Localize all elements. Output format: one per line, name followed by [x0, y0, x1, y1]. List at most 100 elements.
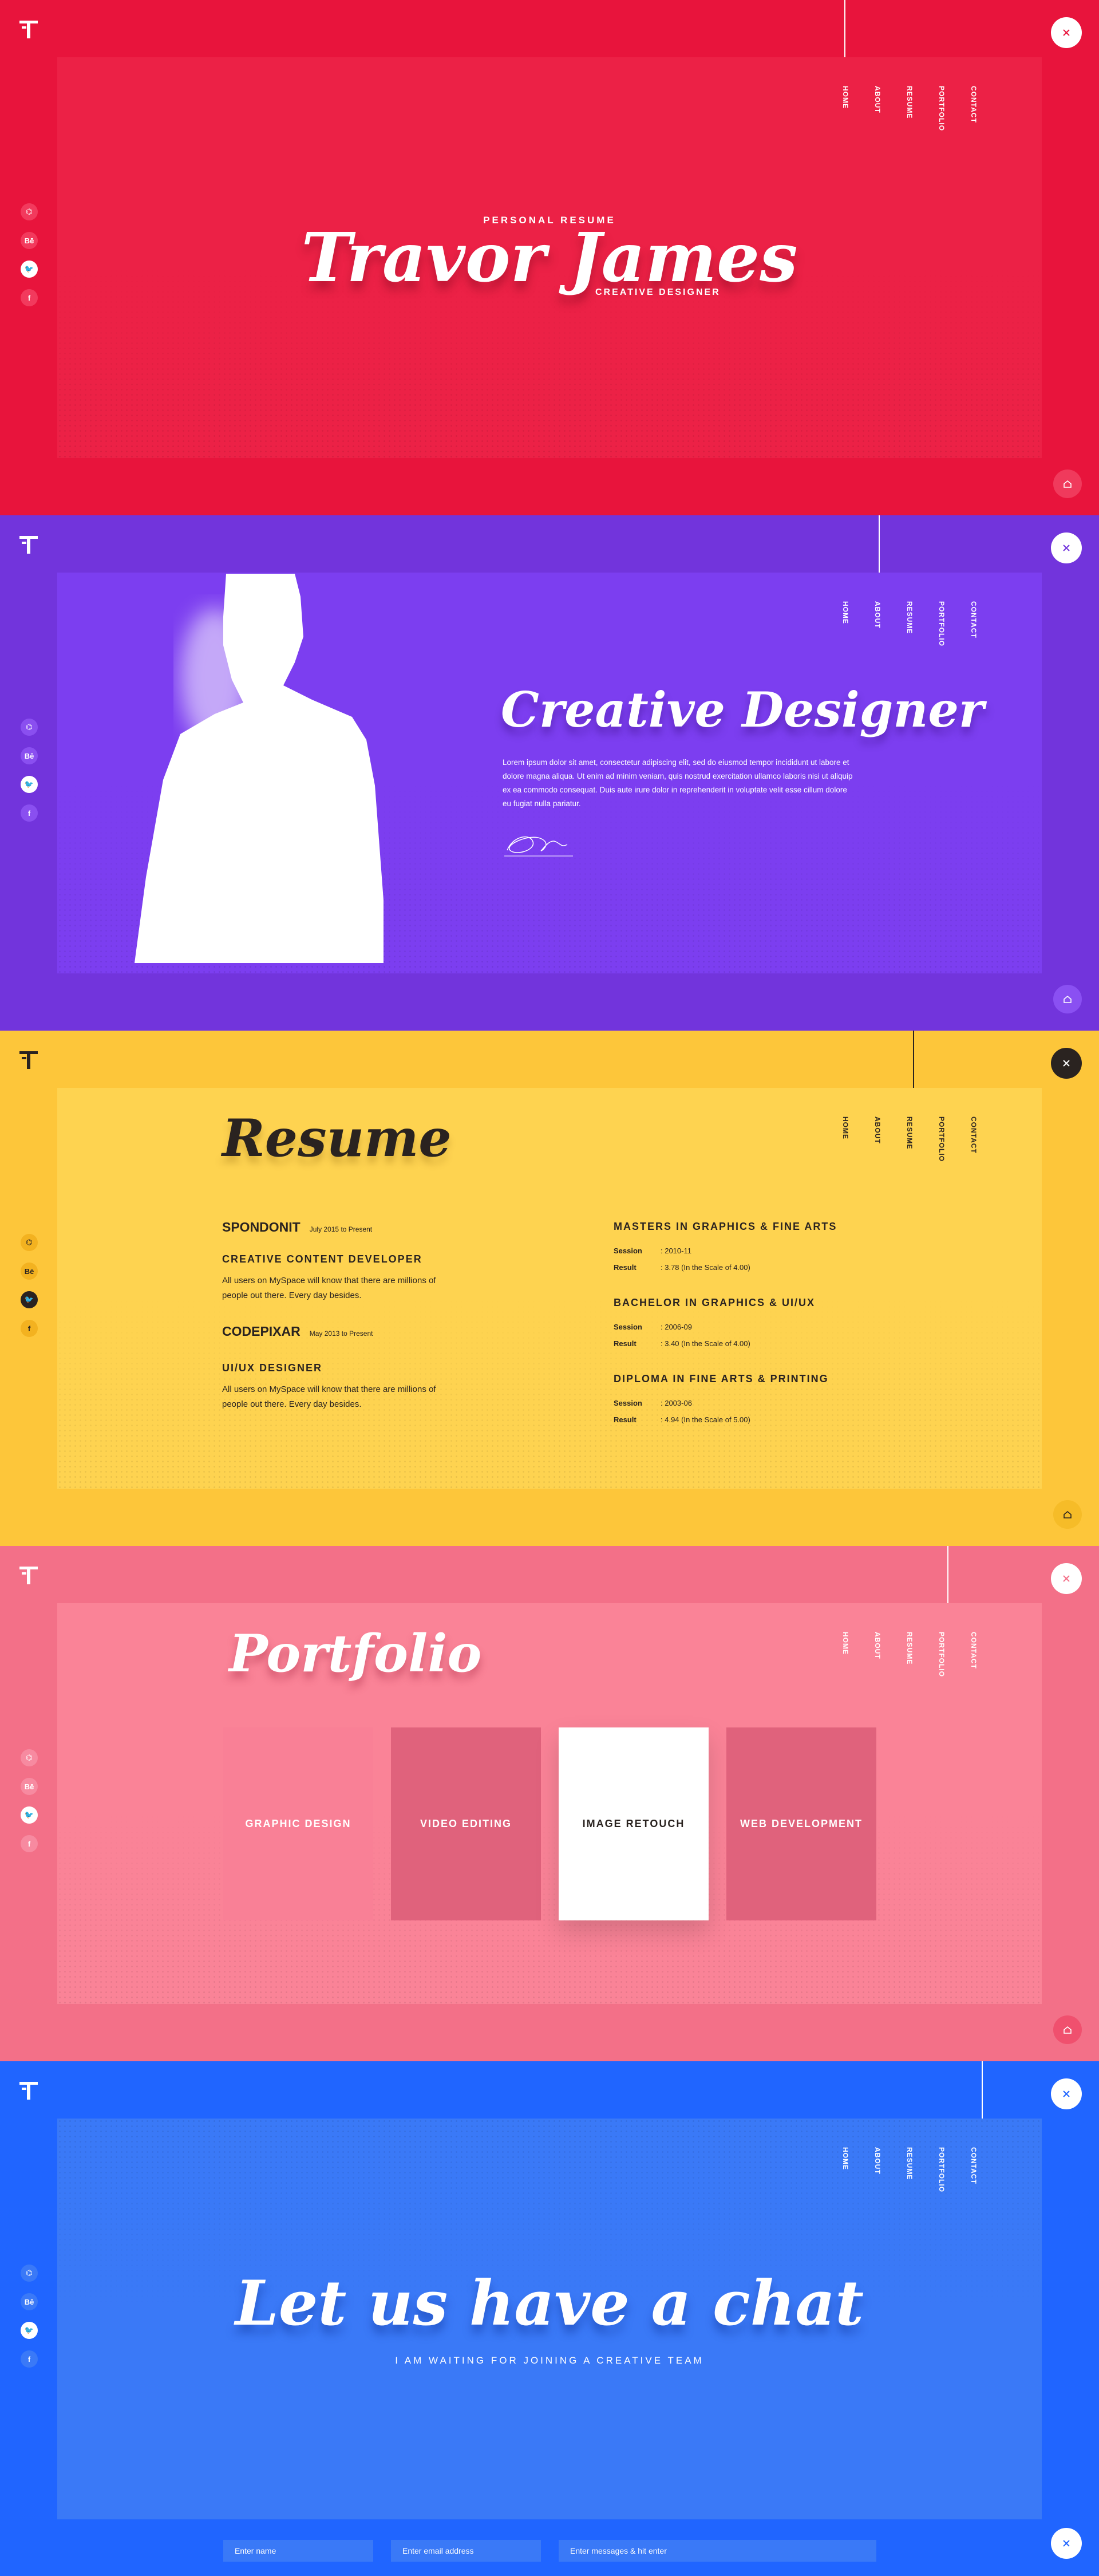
social-links: ⌬ Bē 🐦 f	[21, 1749, 38, 1852]
nav-contact[interactable]: CONTACT	[970, 86, 978, 131]
education-title: MASTERS IN GRAPHICS & FINE ARTS	[614, 1221, 837, 1232]
nav-about[interactable]: ABOUT	[873, 2147, 881, 2192]
nav-about[interactable]: ABOUT	[873, 1117, 881, 1162]
logo-icon[interactable]	[17, 532, 40, 555]
nav-indicator-line	[879, 515, 880, 573]
nav-indicator-line	[913, 1031, 914, 1088]
logo-icon[interactable]	[17, 1048, 40, 1071]
twitter-icon[interactable]: 🐦	[21, 1291, 38, 1308]
facebook-icon[interactable]: f	[21, 1835, 38, 1852]
nav-portfolio[interactable]: PORTFOLIO	[938, 601, 946, 646]
session-label: Session	[614, 1246, 642, 1255]
education-item: BACHELOR IN GRAPHICS & UI/UX Session : 20…	[614, 1297, 837, 1348]
email-input[interactable]	[391, 2540, 541, 2562]
behance-icon[interactable]: Bē	[21, 1778, 38, 1795]
job-role: UI/UX DESIGNER	[222, 1362, 323, 1374]
session-value: : 2003-06	[661, 1399, 692, 1407]
main-nav: HOME ABOUT RESUME PORTFOLIO CONTACT	[841, 601, 978, 646]
job-description: All users on MySpace will know that ther…	[222, 1384, 436, 1409]
nav-indicator-line	[844, 0, 845, 57]
nav-about[interactable]: ABOUT	[873, 601, 881, 646]
nav-home[interactable]: HOME	[841, 2147, 849, 2192]
logo-icon[interactable]	[17, 2078, 40, 2101]
message-input[interactable]	[559, 2540, 876, 2562]
nav-portfolio[interactable]: PORTFOLIO	[938, 1117, 946, 1162]
nav-contact[interactable]: CONTACT	[970, 601, 978, 646]
job-company: SPONDONIT July 2015 to Present	[222, 1220, 373, 1234]
home-button[interactable]	[1053, 2015, 1082, 2044]
session-value: : 2010-11	[661, 1246, 691, 1255]
nav-about[interactable]: ABOUT	[873, 1632, 881, 1677]
nav-resume[interactable]: RESUME	[906, 86, 914, 131]
home-button[interactable]	[1053, 1500, 1082, 1529]
behance-icon[interactable]: Bē	[21, 1263, 38, 1280]
close-icon	[1063, 1060, 1070, 1067]
experience-column: SPONDONIT July 2015 to Present CREATIVE C…	[222, 1220, 462, 1412]
facebook-icon[interactable]: f	[21, 1320, 38, 1337]
close-button[interactable]	[1051, 17, 1082, 48]
close-button[interactable]	[1051, 532, 1082, 563]
nav-resume[interactable]: RESUME	[906, 1117, 914, 1162]
nav-home[interactable]: HOME	[841, 1117, 849, 1162]
contact-subtitle: I AM WAITING FOR JOINING A CREATIVE TEAM	[395, 2355, 704, 2366]
logo-icon[interactable]	[17, 17, 40, 40]
nav-resume[interactable]: RESUME	[906, 2147, 914, 2192]
facebook-icon[interactable]: f	[21, 804, 38, 822]
nav-contact[interactable]: CONTACT	[970, 1632, 978, 1677]
session-value: : 2006-09	[661, 1323, 692, 1331]
twitter-icon[interactable]: 🐦	[21, 776, 38, 793]
education-title: DIPLOMA IN FINE ARTS & PRINTING	[614, 1373, 829, 1384]
twitter-icon[interactable]: 🐦	[21, 1806, 38, 1824]
job-period: May 2013 to Present	[309, 1330, 373, 1338]
main-nav: HOME ABOUT RESUME PORTFOLIO CONTACT	[841, 1117, 978, 1162]
portfolio-section: HOME ABOUT RESUME PORTFOLIO CONTACT ⌬ Bē…	[0, 1546, 1099, 2061]
behance-icon[interactable]: Bē	[21, 747, 38, 764]
job-description: All users on MySpace will know that ther…	[222, 1276, 436, 1300]
result-value: : 3.40 (In the Scale of 4.00)	[661, 1339, 750, 1348]
result-label: Result	[614, 1263, 637, 1272]
session-label: Session	[614, 1323, 642, 1331]
github-icon[interactable]: ⌬	[21, 1749, 38, 1766]
nav-about[interactable]: ABOUT	[873, 86, 881, 131]
nav-resume[interactable]: RESUME	[906, 601, 914, 646]
result-value: : 3.78 (In the Scale of 4.00)	[661, 1263, 750, 1272]
education-item: MASTERS IN GRAPHICS & FINE ARTS Session:…	[614, 1221, 837, 1272]
home-button[interactable]	[1053, 985, 1082, 1013]
contact-title: Let us have a chat	[235, 2267, 864, 2340]
close-button[interactable]	[1051, 1563, 1082, 1594]
nav-portfolio[interactable]: PORTFOLIO	[938, 2147, 946, 2192]
name-input[interactable]	[223, 2540, 373, 2562]
nav-portfolio[interactable]: PORTFOLIO	[938, 1632, 946, 1677]
close-button[interactable]	[1051, 2078, 1082, 2109]
nav-home[interactable]: HOME	[841, 601, 849, 646]
nav-contact[interactable]: CONTACT	[970, 2147, 978, 2192]
home-button[interactable]	[1053, 470, 1082, 498]
nav-portfolio[interactable]: PORTFOLIO	[938, 86, 946, 131]
nav-contact[interactable]: CONTACT	[970, 1117, 978, 1162]
main-nav: HOME ABOUT RESUME PORTFOLIO CONTACT	[841, 2147, 978, 2192]
nav-home[interactable]: HOME	[841, 86, 849, 131]
contact-section: HOME ABOUT RESUME PORTFOLIO CONTACT ⌬ Bē…	[0, 2061, 1099, 2576]
github-icon[interactable]: ⌬	[21, 719, 38, 736]
portfolio-tile-image-retouch[interactable]: IMAGE RETOUCH	[559, 1727, 709, 1920]
job-role: CREATIVE CONTENT DEVELOPER	[222, 1253, 422, 1265]
close-button-bottom[interactable]	[1051, 2528, 1082, 2559]
result-value: : 4.94 (In the Scale of 5.00)	[661, 1415, 750, 1424]
portfolio-tile-graphic-design[interactable]: GRAPHIC DESIGN	[223, 1727, 373, 1920]
close-icon	[1063, 2090, 1070, 2097]
education-column: MASTERS IN GRAPHICS & FINE ARTS Session:…	[614, 1221, 837, 1424]
nav-home[interactable]: HOME	[841, 1632, 849, 1677]
home-icon	[1064, 1510, 1072, 1518]
nav-resume[interactable]: RESUME	[906, 1632, 914, 1677]
logo-icon[interactable]	[17, 1563, 40, 1586]
close-button[interactable]	[1051, 1048, 1082, 1079]
education-title: BACHELOR IN GRAPHICS & UI/UX	[614, 1297, 816, 1308]
education-item: DIPLOMA IN FINE ARTS & PRINTING Session:…	[614, 1373, 837, 1424]
hero-role: CREATIVE DESIGNER	[595, 287, 721, 297]
portfolio-tile-web-development[interactable]: WEB DEVELOPMENT	[726, 1727, 876, 1920]
close-icon	[1063, 545, 1070, 551]
portfolio-tile-video-editing[interactable]: VIDEO EDITING	[391, 1727, 541, 1920]
job-company: CODEPIXAR May 2013 to Present	[222, 1324, 373, 1339]
job-period: July 2015 to Present	[309, 1225, 373, 1233]
github-icon[interactable]: ⌬	[21, 1234, 38, 1251]
